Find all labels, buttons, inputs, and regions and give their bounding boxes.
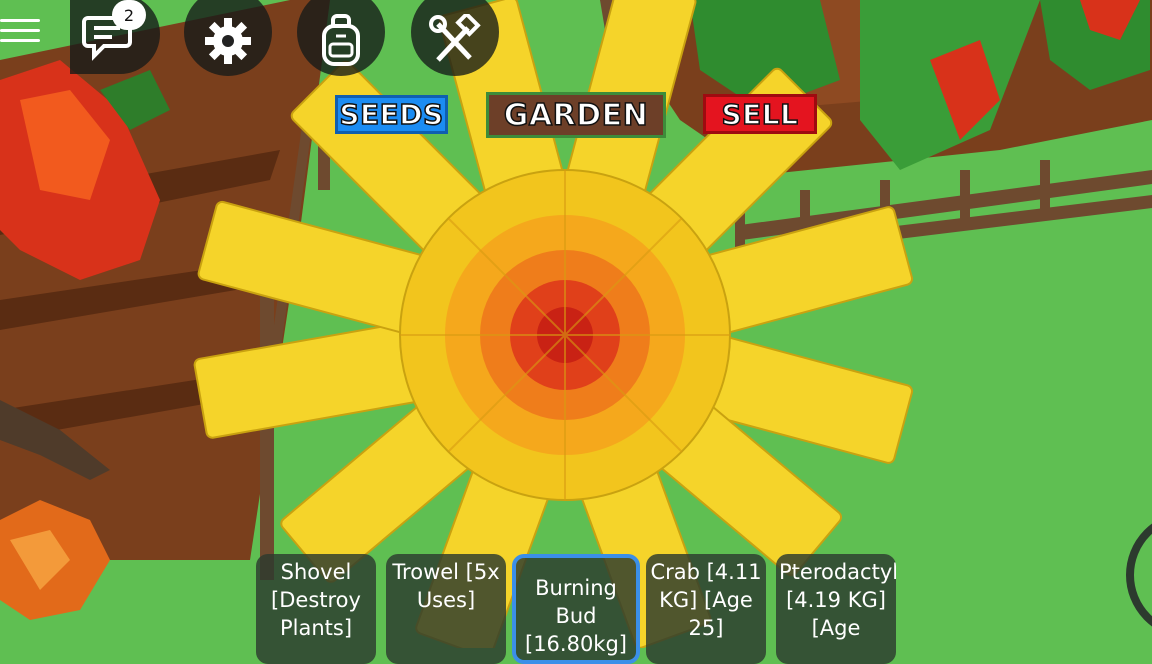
sell-button[interactable]: SELL xyxy=(703,94,817,134)
hamburger-menu-icon xyxy=(0,19,40,22)
menu-button[interactable] xyxy=(0,12,42,52)
hammer-wrench-icon xyxy=(429,14,481,62)
seeds-button[interactable]: SEEDS xyxy=(335,95,448,134)
gear-icon xyxy=(205,18,251,64)
chat-badge: 2 xyxy=(112,0,146,30)
garden-button[interactable]: GARDEN xyxy=(486,92,666,138)
backpack-icon xyxy=(322,14,360,66)
